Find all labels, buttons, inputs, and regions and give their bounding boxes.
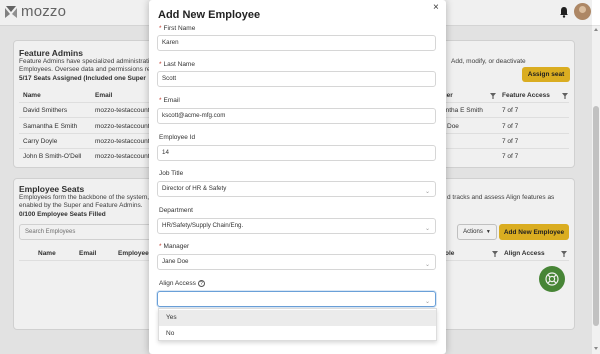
first-name-input[interactable]: Karen [157,35,436,51]
align-access-label: Align Access? [159,280,205,287]
chevron-down-icon: ⌄ [424,226,430,232]
chevron-down-icon: ⌄ [424,299,430,305]
email-label: * Email [159,97,180,104]
scroll-down-arrow-icon[interactable] [594,347,598,350]
manager-select[interactable]: Jane Doe ⌄ [157,254,436,270]
last-name-input[interactable]: Scott [157,71,436,87]
department-label: Department [159,207,193,214]
email-input[interactable]: kscott@acme-mfg.com [157,108,436,124]
page-scrollbar[interactable] [592,26,600,354]
job-title-label: Job Title [159,170,184,177]
job-title-value: Director of HR & Safety [162,185,227,192]
employee-id-input[interactable]: 14 [157,145,436,161]
department-value: HR/Safety/Supply Chain/Eng. [162,222,244,229]
first-name-label: * First Name [159,25,196,32]
align-access-dropdown-menu: Yes No [158,308,437,341]
add-employee-modal: Add New Employee × * First Name Karen * La… [149,0,446,354]
department-select[interactable]: HR/Safety/Supply Chain/Eng. ⌄ [157,218,436,234]
scroll-thumb[interactable] [593,106,599,326]
chevron-down-icon: ⌄ [424,189,430,195]
chevron-down-icon: ⌄ [424,262,430,268]
info-icon[interactable]: ? [197,280,205,287]
scroll-up-arrow-icon[interactable] [594,28,598,31]
employee-id-label: Employee Id [159,134,196,141]
manager-label: * Manager [159,243,190,250]
last-name-label: * Last Name [159,61,195,68]
manager-value: Jane Doe [162,258,189,265]
close-icon[interactable]: × [433,3,439,13]
job-title-select[interactable]: Director of HR & Safety ⌄ [157,181,436,197]
dropdown-option-yes[interactable]: Yes [159,310,436,326]
align-access-select[interactable]: ⌄ [157,291,436,307]
dropdown-option-no[interactable]: No [159,326,436,342]
modal-title: Add New Employee [158,9,261,21]
